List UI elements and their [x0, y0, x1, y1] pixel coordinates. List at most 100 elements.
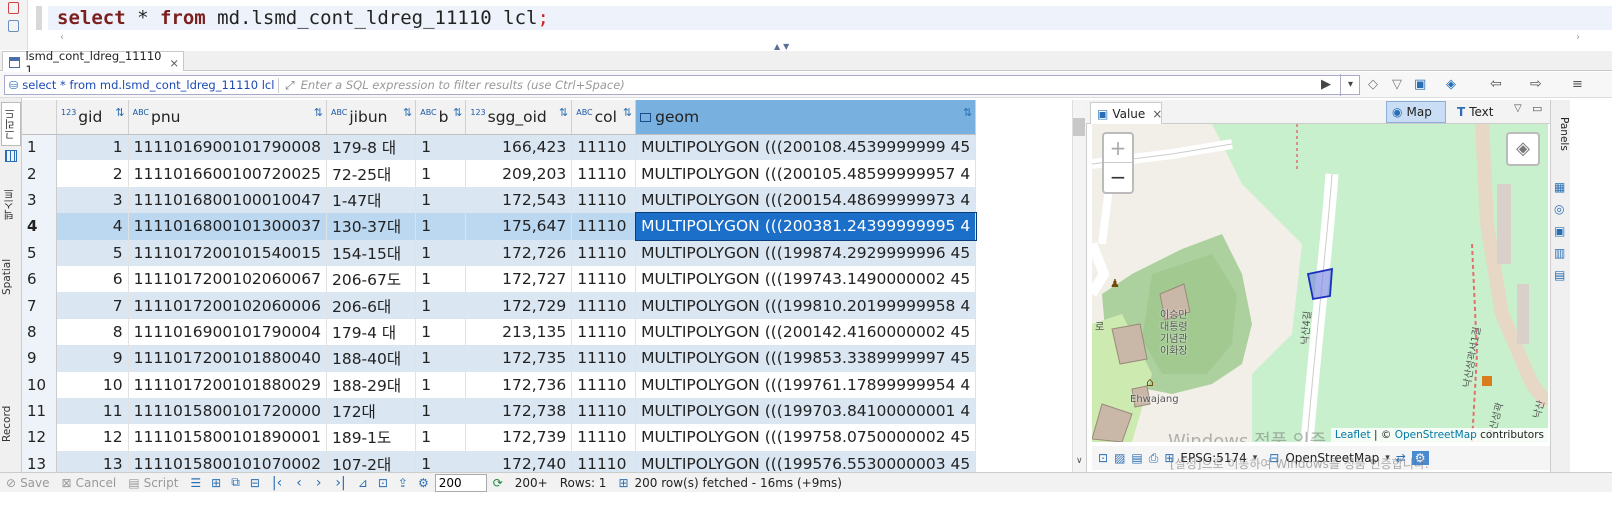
layout-icon[interactable]: ◈	[1446, 77, 1456, 92]
cell-jibun[interactable]: 189-1도	[326, 424, 417, 451]
cell-col[interactable]: 11110	[571, 186, 637, 214]
expand-icon[interactable]: ⤢	[278, 77, 295, 93]
column-header-pnu[interactable]: ABC pnu ⇅	[128, 100, 327, 135]
panels-toggle[interactable]: Panels	[1552, 104, 1570, 164]
sort-icon[interactable]: ⇅	[115, 106, 124, 119]
cell-geom[interactable]: MULTIPOLYGON (((199853.3389999997 45	[635, 345, 977, 372]
row-number[interactable]: 9	[22, 345, 58, 372]
cell-gid[interactable]: 4	[56, 213, 129, 240]
cell-gid[interactable]: 3	[56, 186, 129, 214]
cell-sgg-oid[interactable]: 172,727	[465, 265, 573, 293]
sql-statement[interactable]: select * from md.lsmd_cont_ldreg_11110 l…	[57, 7, 549, 29]
cell-jibun[interactable]: 188-40대	[326, 345, 417, 372]
cell-geom[interactable]: MULTIPOLYGON (((200154.48699999973 4	[635, 186, 977, 214]
cell-col[interactable]: 11110	[571, 292, 637, 319]
scroll-right-icon[interactable]: ›	[1576, 32, 1580, 43]
cell-geom[interactable]: MULTIPOLYGON (((200105.48599999957 4	[635, 160, 977, 187]
cell-col[interactable]: 11110	[571, 371, 637, 398]
cell-col[interactable]: 11110	[571, 345, 637, 372]
table-row[interactable]: 7 7 1111017200102060006 206-6대 1 172,729 11110…	[22, 292, 1072, 319]
cell-col[interactable]: 11110	[571, 265, 637, 293]
prev-page-icon[interactable]: ‹	[296, 475, 302, 491]
tab-text[interactable]: 텍스트	[1, 182, 21, 226]
cell-sgg-oid[interactable]: 172,726	[465, 239, 573, 266]
tab-close-icon[interactable]: ×	[169, 56, 179, 70]
cell-jibun[interactable]: 206-6대	[326, 292, 417, 319]
cell-jibun[interactable]: 72-25대	[326, 160, 417, 187]
zoom-in-button[interactable]: +	[1104, 134, 1132, 163]
cell-gid[interactable]: 9	[56, 345, 129, 372]
row-number[interactable]: 1	[22, 134, 58, 161]
cell-b[interactable]: 1	[415, 345, 467, 372]
column-header-b[interactable]: ABC b ⇅	[415, 100, 467, 135]
osm-link[interactable]: OpenStreetMap	[1395, 429, 1477, 441]
table-row[interactable]: 4 4 1111016800101300037 130-37대 1 175,647 1111…	[22, 212, 1072, 241]
row-number[interactable]: 8	[22, 318, 58, 346]
cell-gid[interactable]: 6	[56, 265, 129, 293]
cell-b[interactable]: 1	[415, 160, 467, 187]
cell-geom[interactable]: MULTIPOLYGON (((199758.0750000002 45	[635, 424, 977, 451]
map-view[interactable]: ♟ ⌂ 이승만 대통령 기념관 이화장 Ehwajang 낙산4길 낙산성곽서1…	[1092, 124, 1548, 442]
cell-pnu[interactable]: 1111016800101300037	[128, 213, 327, 240]
metadata-icon[interactable]: ◎	[1554, 198, 1565, 220]
cell-b[interactable]: 1	[415, 239, 467, 266]
column-header-sgg-oid[interactable]: 123 sgg_oid ⇅	[465, 100, 573, 135]
map-view-button[interactable]: ◉ Map	[1386, 101, 1446, 123]
tab-results[interactable]: lsmd_cont_ldreg_11110 1 ×	[2, 49, 184, 77]
cell-b[interactable]: 1	[415, 292, 467, 319]
panel-scroll-down-icon[interactable]: ∨	[1076, 456, 1083, 466]
tab-spatial[interactable]: Spatial	[1, 252, 21, 302]
column-header-col[interactable]: ABC col ⇅	[571, 100, 637, 135]
scrollbar-thumb[interactable]	[1073, 118, 1085, 136]
row-number-header[interactable]	[22, 100, 58, 135]
column-header-jibun[interactable]: ABC jibun ⇅	[326, 100, 417, 135]
cell-pnu[interactable]: 1111015800101890001	[128, 424, 327, 451]
table-row[interactable]: 5 5 1111017200101540015 154-15대 1 172,726 1111…	[22, 239, 1072, 266]
cell-geom[interactable]: MULTIPOLYGON (((200381.24399999995 4	[634, 212, 977, 241]
cell-gid[interactable]: 8	[56, 318, 129, 346]
refresh-config-icon[interactable]: ▣	[1414, 77, 1426, 92]
cell-sgg-oid[interactable]: 175,647	[465, 213, 573, 240]
cell-gid[interactable]: 12	[56, 424, 129, 451]
settings-icon[interactable]: ⚙	[418, 476, 429, 490]
row-number[interactable]: 11	[22, 397, 58, 425]
cell-geom[interactable]: MULTIPOLYGON (((199576.5530000003 45	[635, 450, 977, 472]
minimize-icon[interactable]: ▭	[1532, 102, 1542, 115]
cell-b[interactable]: 1	[415, 424, 467, 451]
forward-icon[interactable]: ⇨	[1530, 76, 1542, 92]
cell-sgg-oid[interactable]: 209,203	[465, 160, 573, 187]
table-row[interactable]: 1 1 1111016900101790008 179-8 대 1 166,423 1111…	[22, 134, 1072, 161]
export-data-icon[interactable]: ⇪	[398, 476, 408, 490]
menu-icon[interactable]: ≡	[1572, 77, 1583, 92]
cell-sgg-oid[interactable]: 166,423	[465, 134, 573, 161]
edit-row-icon[interactable]: ☰	[190, 476, 201, 490]
last-page-icon[interactable]: ›|	[335, 475, 345, 491]
row-number[interactable]: 13	[22, 450, 58, 472]
sort-icon[interactable]: ⇅	[403, 106, 412, 119]
cell-sgg-oid[interactable]: 172,738	[465, 397, 573, 425]
table-row[interactable]: 6 6 1111017200102060067 206-67도 1 172,727 1111…	[22, 265, 1072, 293]
cell-pnu[interactable]: 1111016800100010047	[128, 186, 327, 214]
row-number[interactable]: 4	[22, 213, 58, 240]
pin-icon[interactable]: ⊿	[358, 476, 368, 490]
cell-jibun[interactable]: 179-8 대	[326, 134, 417, 161]
cell-pnu[interactable]: 1111015800101070002	[128, 450, 327, 472]
fit-bounds-icon[interactable]: ⊡	[1098, 451, 1108, 465]
cell-gid[interactable]: 2	[56, 160, 129, 187]
cell-col[interactable]: 11110	[571, 134, 637, 161]
cell-sgg-oid[interactable]: 172,729	[465, 292, 573, 319]
cell-gid[interactable]: 1	[56, 134, 129, 161]
cancel-button[interactable]: ⊠ Cancel	[56, 476, 123, 490]
add-row-icon[interactable]: ⊞	[211, 476, 221, 490]
next-page-icon[interactable]: ›	[316, 475, 322, 491]
fetch-more-button[interactable]: 200+	[509, 476, 554, 490]
cell-col[interactable]: 11110	[571, 424, 637, 451]
cell-jibun[interactable]: 179-4 대	[326, 318, 417, 346]
cell-geom[interactable]: MULTIPOLYGON (((199703.84100000001 4	[635, 397, 977, 425]
cell-pnu[interactable]: 1111016900101790008	[128, 134, 327, 161]
scroll-left-icon[interactable]: ‹	[60, 32, 64, 43]
row-number[interactable]: 12	[22, 424, 58, 451]
references-icon[interactable]: ▤	[1554, 264, 1565, 286]
panel-menu-icon[interactable]: ▽	[1514, 103, 1522, 114]
cell-jibun[interactable]: 188-29대	[326, 371, 417, 398]
